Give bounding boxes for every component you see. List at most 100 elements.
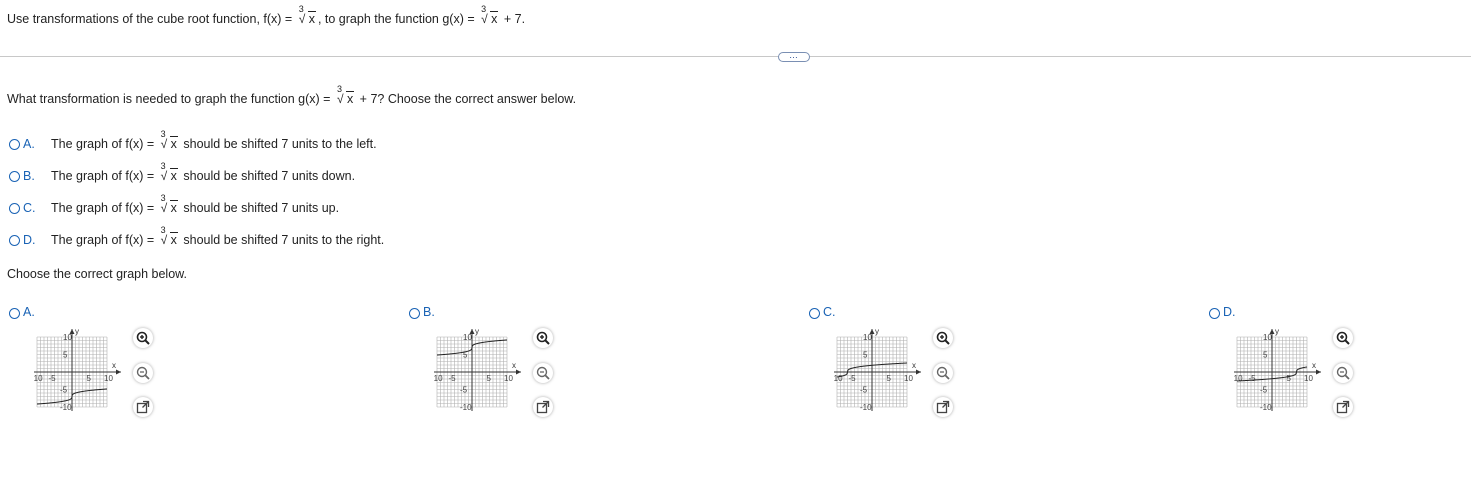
x-tick-label: 5 — [487, 374, 492, 383]
x-tick-label: 5 — [1287, 374, 1292, 383]
cube-root-g: 3 √ x — [481, 4, 499, 26]
option-text: The graph of f(x) = 3 √ x should be shifte… — [51, 225, 385, 247]
x-tick-label: -5 — [1249, 374, 1257, 383]
popout-icon — [136, 400, 150, 414]
option-text: The graph of f(x) = 3 √ x should be shifte… — [51, 129, 377, 151]
x-axis-label: x — [112, 361, 116, 370]
option-letter: D. — [23, 233, 36, 247]
expand-button[interactable]: … — [778, 51, 810, 62]
zoom-in-button[interactable] — [933, 328, 953, 348]
y-tick-label: 10 — [1263, 333, 1272, 342]
question-intro-mid: , to graph the function g(x) = — [317, 12, 475, 26]
x-tick-label: -10 — [834, 374, 843, 383]
part2-prompt: Choose the correct graph below. — [7, 267, 187, 281]
x-tick-label: -10 — [1234, 374, 1243, 383]
popout-button[interactable] — [533, 397, 553, 417]
option-letter: B. — [423, 305, 435, 319]
option-letter: A. — [23, 137, 35, 151]
cube-root-g: 3 √ x — [336, 84, 355, 106]
zoom-in-icon — [536, 331, 550, 345]
radicand: x — [490, 11, 499, 26]
zoom-in-icon — [1336, 331, 1350, 345]
y-tick-label: -5 — [860, 386, 868, 395]
x-tick-label: 10 — [904, 374, 913, 383]
y-axis-label: y — [875, 327, 879, 336]
part1-prompt: What transformation is needed to graph t… — [7, 84, 577, 106]
radio-button[interactable] — [9, 203, 20, 214]
popout-button[interactable] — [133, 397, 153, 417]
x-tick-label: 5 — [887, 374, 892, 383]
option-letter: A. — [23, 305, 35, 319]
y-tick-label: -10 — [860, 403, 872, 412]
option-letter: D. — [1223, 305, 1236, 319]
zoom-out-icon — [536, 366, 550, 380]
x-tick-label: 10 — [1304, 374, 1313, 383]
x-tick-label: -5 — [849, 374, 857, 383]
x-arrow — [116, 369, 121, 375]
x-tick-label: -5 — [49, 374, 57, 383]
part1-prompt-end: + 7? Choose the correct answer below. — [359, 92, 577, 106]
zoom-in-button[interactable] — [133, 328, 153, 348]
option-letter: C. — [823, 305, 836, 319]
question-intro-end: + 7. — [503, 12, 526, 26]
y-tick-label: 5 — [63, 351, 68, 360]
radicand: x — [307, 11, 316, 26]
zoom-in-icon — [136, 331, 150, 345]
x-arrow — [1316, 369, 1321, 375]
part1-prompt-start: What transformation is needed to graph t… — [7, 92, 331, 106]
zoom-out-button[interactable] — [933, 363, 953, 383]
y-tick-label: -5 — [1260, 386, 1268, 395]
popout-icon — [936, 400, 950, 414]
radio-button[interactable] — [9, 308, 20, 319]
x-axis-label: x — [1312, 361, 1316, 370]
zoom-in-icon — [936, 331, 950, 345]
cube-root-f: 3 √ x — [298, 4, 316, 26]
y-axis-label: y — [1275, 327, 1279, 336]
radio-button[interactable] — [9, 171, 20, 182]
y-tick-label: 5 — [863, 351, 868, 360]
radio-button[interactable] — [409, 308, 420, 319]
mini-graph: xy-10-5510105-5-10 — [1234, 327, 1321, 412]
option-text: The graph of f(x) = 3 √ x should be shifte… — [51, 193, 340, 215]
radio-button[interactable] — [9, 139, 20, 150]
question-intro: Use transformations of the cube root fun… — [7, 12, 293, 26]
x-tick-label: -5 — [449, 374, 457, 383]
y-tick-label: -10 — [60, 403, 72, 412]
zoom-out-icon — [136, 366, 150, 380]
y-tick-label: 10 — [863, 333, 872, 342]
x-axis-label: x — [912, 361, 916, 370]
y-tick-label: 5 — [1263, 351, 1268, 360]
zoom-out-button[interactable] — [133, 363, 153, 383]
option-letter: B. — [23, 169, 35, 183]
popout-icon — [536, 400, 550, 414]
x-tick-label: 10 — [104, 374, 113, 383]
y-axis-label: y — [75, 327, 79, 336]
zoom-in-button[interactable] — [533, 328, 553, 348]
y-tick-label: -5 — [460, 386, 468, 395]
popout-icon — [1336, 400, 1350, 414]
zoom-out-button[interactable] — [1333, 363, 1353, 383]
popout-button[interactable] — [933, 397, 953, 417]
y-tick-label: -5 — [60, 386, 68, 395]
mini-graph: xy-10-5510105-5-10 — [34, 327, 121, 412]
x-arrow — [916, 369, 921, 375]
mini-graph: x y -10 -5 5 10 10 5 -5 -10 — [834, 327, 921, 412]
radio-button[interactable] — [809, 308, 820, 319]
radicand: x — [345, 91, 355, 106]
zoom-out-icon — [936, 366, 950, 380]
y-tick-label: -10 — [460, 403, 472, 412]
radio-button[interactable] — [9, 235, 20, 246]
y-tick-label: 10 — [463, 333, 472, 342]
x-tick-label: -10 — [34, 374, 43, 383]
x-arrow — [516, 369, 521, 375]
option-letter: C. — [23, 201, 36, 215]
y-tick-label: 10 — [63, 333, 72, 342]
x-axis-label: x — [512, 361, 516, 370]
zoom-in-button[interactable] — [1333, 328, 1353, 348]
zoom-out-button[interactable] — [533, 363, 553, 383]
y-axis-label: y — [475, 327, 479, 336]
mini-graph: xy-10-5510105-5-10 — [434, 327, 521, 412]
radio-button[interactable] — [1209, 308, 1220, 319]
option-text: The graph of f(x) = 3 √ x should be shifte… — [51, 161, 356, 183]
popout-button[interactable] — [1333, 397, 1353, 417]
